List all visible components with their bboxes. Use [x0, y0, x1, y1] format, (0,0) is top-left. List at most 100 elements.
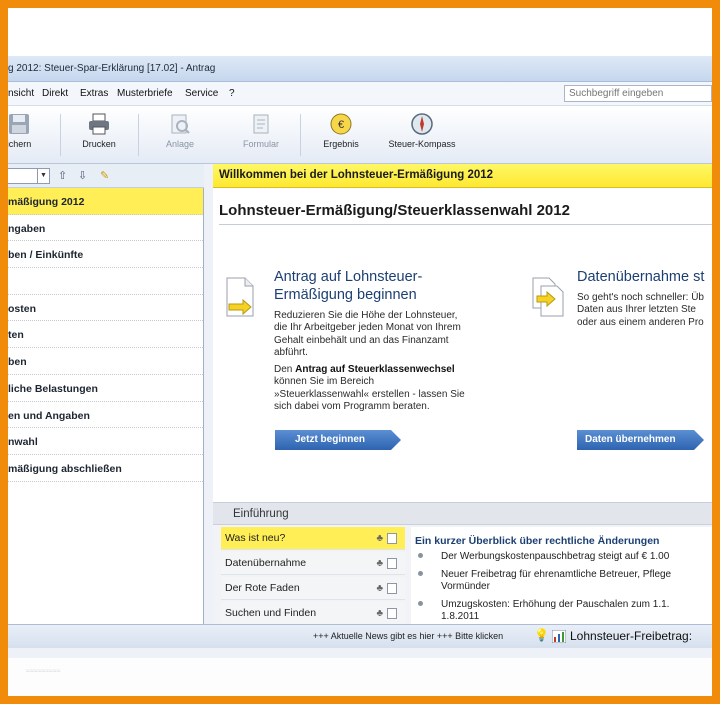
people-icon: ♣ — [376, 533, 383, 544]
view-select[interactable]: ▼ — [8, 168, 50, 184]
print-button[interactable]: Drucken — [64, 112, 134, 158]
menu-ansicht[interactable]: nsicht — [8, 88, 34, 99]
news-item-text-2: Vormünder — [441, 581, 490, 592]
bullet-icon — [418, 601, 423, 607]
pencil-icon[interactable]: ✎ — [100, 169, 109, 182]
intro-link-label: Suchen und Finden — [225, 607, 317, 619]
welcome-banner: Willkommen bei der Lohnsteuer-Ermäßigung… — [213, 164, 712, 188]
toolbar-separator — [138, 114, 139, 156]
freibetrag-label[interactable]: Lohnsteuer-Freibetrag: — [570, 629, 692, 643]
document-icon — [387, 558, 397, 569]
intro-link-whats-new[interactable]: Was ist neu? ♣ — [221, 527, 405, 550]
save-label: ichern — [8, 139, 32, 149]
intro-link-label: Was ist neu? — [225, 532, 286, 544]
bullet-icon — [418, 553, 423, 559]
intro-link-roter-faden[interactable]: Der Rote Faden ♣ — [221, 577, 405, 600]
intro-header: Einführung — [213, 503, 712, 525]
sidebar-nav: mäßigung 2012 ngaben ben / Einkünfte ost… — [8, 188, 203, 482]
data-transfer-button[interactable]: Daten übernehmen — [577, 430, 704, 450]
sidebar-item-kosten[interactable]: osten — [8, 295, 203, 322]
menu-extras[interactable]: Extras — [80, 88, 108, 99]
document-icon — [387, 533, 397, 544]
people-icon: ♣ — [376, 583, 383, 594]
welcome-text: Willkommen bei der Lohnsteuer-Ermäßigung… — [219, 169, 494, 181]
document-icon — [387, 583, 397, 594]
toolbar-separator — [60, 114, 61, 156]
attachment-icon — [171, 114, 190, 134]
document-icon — [387, 608, 397, 619]
save-button[interactable]: ichern — [8, 112, 54, 158]
news-ticker[interactable]: +++ Aktuelle News gibt es hier +++ Bitte… — [313, 631, 503, 641]
screenshot-frame: g 2012: Steuer-Spar-Erklärung [17.02] - … — [8, 8, 712, 696]
intro-link-label: Datenübernahme — [225, 557, 307, 569]
toolbar: ichern Drucken Anlage Formular € Ergebni… — [8, 106, 712, 164]
attach-button[interactable]: Anlage — [145, 112, 215, 158]
news-item[interactable]: Umzugskosten: Erhöhung der Pauschalen zu… — [415, 599, 669, 622]
chart-icon — [552, 630, 566, 643]
sidebar-item-einkuenfte[interactable]: ben / Einkünfte — [8, 241, 203, 269]
arrow-down-icon[interactable]: ⇩ — [78, 169, 87, 182]
intro-panel: Einführung Was ist neu? ♣ Datenübernahme… — [213, 502, 712, 624]
menu-direkt[interactable]: Direkt — [42, 88, 68, 99]
intro-link-suchen[interactable]: Suchen und Finden ♣ — [221, 602, 405, 624]
sidebar-item-empty[interactable] — [8, 268, 203, 295]
compass-label: Steuer-Kompass — [388, 139, 456, 149]
sidebar-item-ben[interactable]: ben — [8, 348, 203, 375]
news-item[interactable]: Neuer Freibetrag für ehrenamtliche Betre… — [415, 569, 671, 592]
sidebar-item-belastungen[interactable]: liche Belastungen — [8, 375, 203, 402]
menu-help[interactable]: ? — [229, 88, 235, 99]
sidebar-item-ermaessigung[interactable]: mäßigung 2012 — [8, 188, 203, 215]
menu-service[interactable]: Service — [185, 88, 218, 99]
form-button[interactable]: Formular — [226, 112, 296, 158]
print-label: Drucken — [82, 139, 116, 149]
sidebar-item-wahl[interactable]: nwahl — [8, 428, 203, 455]
news-item[interactable]: Der Werbungskostenpauschbetrag steigt au… — [415, 551, 669, 563]
card1-para1-line1: Reduzieren Sie die Höhe der Lohnsteuer, — [274, 310, 458, 321]
intro-link-datenuebernahme[interactable]: Datenübernahme ♣ — [221, 552, 405, 575]
compass-icon — [411, 113, 433, 135]
result-button[interactable]: € Ergebnis — [306, 112, 376, 158]
news-item-text: Der Werbungskostenpauschbetrag steigt au… — [441, 551, 670, 562]
title-bar: g 2012: Steuer-Spar-Erklärung [17.02] - … — [8, 56, 712, 82]
watermark: ≈≈≈≈≈≈≈≈≈ — [26, 668, 61, 675]
intro-links: Was ist neu? ♣ Datenübernahme ♣ Der Rote… — [221, 527, 405, 624]
arrow-up-icon[interactable]: ⇧ — [58, 169, 67, 182]
svg-text:€: € — [338, 119, 344, 131]
card1-para1-line2: die Ihr Arbeitgeber jeden Monat von Ihre… — [274, 322, 461, 334]
status-bar: +++ Aktuelle News gibt es hier +++ Bitte… — [8, 624, 712, 648]
search-input[interactable] — [564, 85, 712, 102]
start-button[interactable]: Jetzt beginnen — [275, 430, 401, 450]
result-label: Ergebnis — [323, 139, 359, 149]
card2-line2: Daten aus Ihrer letzten Ste — [577, 304, 696, 316]
intro-header-label: Einführung — [233, 508, 289, 520]
card1-para2-line4: sich dabei vom Programm beraten. — [274, 400, 430, 412]
window-title: g 2012: Steuer-Spar-Erklärung [17.02] - … — [8, 63, 216, 74]
divider — [219, 224, 712, 225]
sidebar-item-angaben[interactable]: ngaben — [8, 215, 203, 242]
sidebar-item-ten[interactable]: ten — [8, 321, 203, 349]
menu-musterbriefe[interactable]: Musterbriefe — [117, 88, 173, 99]
bottom-area: ≈≈≈≈≈≈≈≈≈ — [8, 658, 712, 696]
sidebar: ▼ ⇧ ⇩ ✎ mäßigung 2012 ngaben ben / Einkü… — [8, 164, 204, 624]
people-icon: ♣ — [376, 558, 383, 569]
printer-icon — [89, 113, 109, 135]
sidebar-item-angaben-2[interactable]: en und Angaben — [8, 402, 203, 429]
news-title: Ein kurzer Überblick über rechtliche Änd… — [415, 535, 660, 547]
news-item-text: Umzugskosten: Erhöhung der Pauschalen zu… — [441, 599, 670, 610]
form-icon — [253, 114, 269, 134]
card1-para2-line3: »Steuerklassenwahl« erstellen - lassen S… — [274, 388, 465, 400]
news-item-text: Neuer Freibetrag für ehrenamtliche Betre… — [441, 569, 672, 580]
sidebar-item-abschliessen[interactable]: mäßigung abschließen — [8, 455, 203, 482]
people-icon: ♣ — [376, 608, 383, 619]
card1-para2-line2: können Sie im Bereich — [274, 376, 375, 388]
compass-button[interactable]: Steuer-Kompass — [387, 112, 457, 158]
news-item-text-2: 1.8.2011 — [441, 611, 480, 622]
floppy-icon — [9, 114, 29, 134]
main-content: Willkommen bei der Lohnsteuer-Ermäßigung… — [213, 164, 712, 624]
card2-line1: So geht's noch schneller: Üb — [577, 292, 704, 303]
result-icon: € — [330, 113, 352, 135]
lightbulb-icon[interactable]: 💡 — [534, 628, 549, 642]
sidebar-toolbar: ▼ ⇧ ⇩ ✎ — [8, 164, 204, 188]
news-panel: Ein kurzer Überblick über rechtliche Änd… — [411, 527, 712, 624]
intro-link-label: Der Rote Faden — [225, 582, 300, 594]
